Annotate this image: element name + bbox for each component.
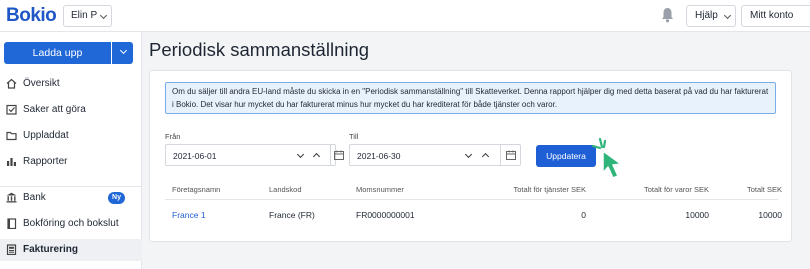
- company-link[interactable]: France 1: [172, 210, 206, 220]
- total-cell: 10000: [758, 210, 782, 220]
- column-header-company: Företagsnamn: [172, 185, 221, 194]
- company-user-select[interactable]: Elin P: [63, 5, 112, 27]
- report-card: Om du säljer till andra EU-land måste du…: [149, 70, 792, 242]
- chevron-down-icon: [119, 46, 128, 55]
- sidebar-item-label: Fakturering: [23, 244, 79, 255]
- top-bar: Bokio Elin P Hjälp Mitt konto: [0, 0, 810, 32]
- upload-options-button[interactable]: [112, 42, 133, 64]
- calendar-icon[interactable]: [334, 150, 344, 160]
- sidebar-item-saker-att-gora[interactable]: Saker att göra: [0, 99, 142, 121]
- chevron-down-icon: [99, 11, 108, 20]
- page-title: Periodisk sammanställning: [149, 39, 370, 60]
- chevron-up-icon[interactable]: [312, 152, 321, 161]
- sidebar-item-oversikt[interactable]: Översikt: [0, 73, 142, 95]
- sidebar-item-label: Saker att göra: [23, 104, 86, 115]
- sidebar-item-bank[interactable]: Bank Ny: [0, 187, 142, 209]
- sidebar-item-label: Bank: [23, 192, 46, 203]
- bell-icon[interactable]: [661, 7, 674, 23]
- sidebar-item-fakturering[interactable]: Fakturering: [0, 239, 142, 261]
- book-icon: [7, 218, 17, 229]
- from-date-input[interactable]: 2021-06-01: [165, 144, 344, 166]
- help-menu[interactable]: Hjälp: [686, 5, 736, 27]
- sidebar-item-label: Uppladdat: [23, 130, 69, 141]
- bank-icon: [6, 192, 17, 203]
- upload-button[interactable]: Ladda upp: [4, 42, 111, 64]
- info-message: Om du säljer till andra EU-land måste du…: [165, 82, 776, 114]
- vat-number-cell: FR0000000001: [356, 210, 415, 220]
- sidebar-item-label: Rapporter: [23, 156, 68, 167]
- column-header-services-total: Totalt för tjänster SEK: [513, 185, 586, 194]
- to-date-input[interactable]: 2021-06-30: [349, 144, 521, 166]
- sidebar-item-bokforing[interactable]: Bokföring och bokslut: [0, 213, 142, 235]
- calendar-icon[interactable]: [506, 150, 516, 160]
- update-button[interactable]: Uppdatera: [536, 145, 596, 167]
- input-separator: [500, 145, 501, 165]
- from-label: Från: [165, 132, 181, 141]
- sidebar-item-label: Översikt: [23, 78, 60, 89]
- chevron-down-icon: [723, 11, 732, 20]
- pointer-cursor-icon: [591, 137, 622, 179]
- to-date-value: 2021-06-30: [357, 151, 401, 161]
- goods-total-cell: 10000: [685, 210, 709, 220]
- country-code-cell: France (FR): [269, 210, 315, 220]
- sidebar-item-rapporter[interactable]: Rapporter: [0, 151, 142, 173]
- from-date-value: 2021-06-01: [173, 151, 217, 161]
- new-badge: Ny: [108, 192, 125, 204]
- checklist-icon: [6, 104, 17, 115]
- bar-chart-icon: [7, 158, 16, 166]
- help-label: Hjälp: [695, 10, 718, 21]
- sidebar-item-label: Bokföring och bokslut: [23, 218, 119, 229]
- folder-icon: [6, 131, 17, 141]
- chevron-down-icon[interactable]: [296, 150, 305, 159]
- sidebar: Ladda upp Översikt Saker att göra Upplad…: [0, 32, 142, 269]
- column-header-country: Landskod: [269, 185, 302, 194]
- chevron-down-icon[interactable]: [464, 150, 473, 159]
- table-header-divider: [165, 199, 778, 200]
- services-total-cell: 0: [581, 210, 586, 220]
- bokio-logo[interactable]: Bokio: [6, 5, 57, 27]
- to-label: Till: [349, 132, 359, 141]
- column-header-total: Totalt SEK: [746, 185, 782, 194]
- account-menu[interactable]: Mitt konto: [741, 5, 810, 27]
- column-header-goods-total: Totalt för varor SEK: [643, 185, 709, 194]
- column-header-vat: Momsnummer: [356, 185, 404, 194]
- sidebar-item-uppladdat[interactable]: Uppladdat: [0, 125, 142, 147]
- chevron-up-icon[interactable]: [481, 152, 490, 161]
- invoice-icon: [6, 244, 17, 255]
- account-label: Mitt konto: [750, 10, 794, 21]
- home-icon: [6, 78, 17, 89]
- user-name: Elin P: [71, 10, 98, 21]
- input-separator: [330, 145, 331, 165]
